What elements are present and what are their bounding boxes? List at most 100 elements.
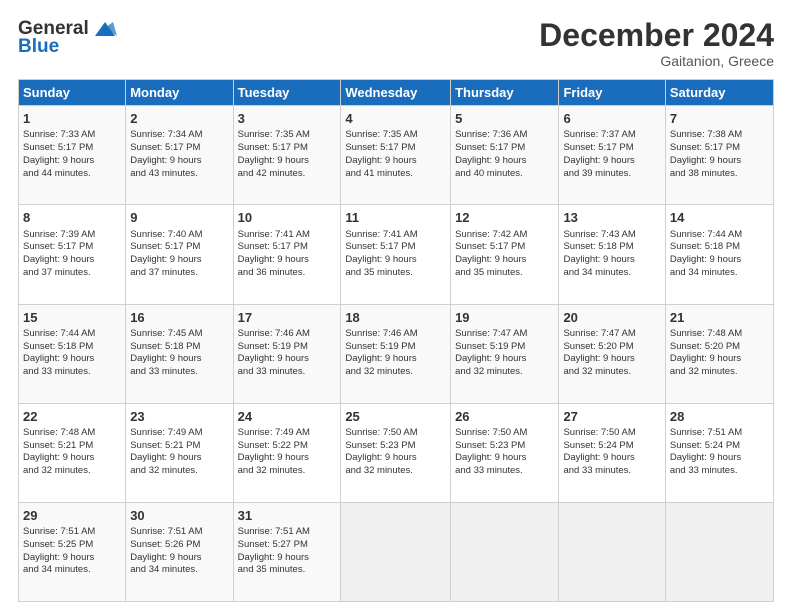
calendar-cell: 10 Sunrise: 7:41 AM Sunset: 5:17 PM Dayli… xyxy=(233,205,341,304)
day-info: Sunrise: 7:51 AM Sunset: 5:24 PM Dayligh… xyxy=(670,427,769,478)
day-number: 8 xyxy=(23,209,121,227)
day-number: 27 xyxy=(563,408,660,426)
day-info: Sunrise: 7:42 AM Sunset: 5:17 PM Dayligh… xyxy=(455,229,554,280)
logo-icon xyxy=(91,18,119,40)
calendar-week-row: 22Sunrise: 7:48 AM Sunset: 5:21 PM Dayli… xyxy=(19,403,774,502)
day-info: Sunrise: 7:51 AM Sunset: 5:27 PM Dayligh… xyxy=(238,526,337,577)
calendar-cell: 15Sunrise: 7:44 AM Sunset: 5:18 PM Dayli… xyxy=(19,304,126,403)
day-info: Sunrise: 7:37 AM Sunset: 5:17 PM Dayligh… xyxy=(563,129,660,180)
day-info: Sunrise: 7:41 AM Sunset: 5:17 PM Dayligh… xyxy=(345,229,446,280)
calendar-week-row: 29Sunrise: 7:51 AM Sunset: 5:25 PM Dayli… xyxy=(19,502,774,601)
calendar-cell: 17Sunrise: 7:46 AM Sunset: 5:19 PM Dayli… xyxy=(233,304,341,403)
calendar-cell: 20Sunrise: 7:47 AM Sunset: 5:20 PM Dayli… xyxy=(559,304,665,403)
day-number: 15 xyxy=(23,309,121,327)
day-info: Sunrise: 7:47 AM Sunset: 5:19 PM Dayligh… xyxy=(455,328,554,379)
day-info: Sunrise: 7:48 AM Sunset: 5:20 PM Dayligh… xyxy=(670,328,769,379)
header: General Blue December 2024 Gaitanion, Gr… xyxy=(18,18,774,69)
logo: General Blue xyxy=(18,18,119,58)
calendar-cell: 28Sunrise: 7:51 AM Sunset: 5:24 PM Dayli… xyxy=(665,403,773,502)
day-info: Sunrise: 7:46 AM Sunset: 5:19 PM Dayligh… xyxy=(345,328,446,379)
calendar-cell: 12 Sunrise: 7:42 AM Sunset: 5:17 PM Dayli… xyxy=(451,205,559,304)
calendar-cell: 23Sunrise: 7:49 AM Sunset: 5:21 PM Dayli… xyxy=(126,403,233,502)
day-info: Sunrise: 7:38 AM Sunset: 5:17 PM Dayligh… xyxy=(670,129,769,180)
day-info: Sunrise: 7:51 AM Sunset: 5:25 PM Dayligh… xyxy=(23,526,121,577)
day-number: 11 xyxy=(345,209,446,227)
day-number: 24 xyxy=(238,408,337,426)
day-info: Sunrise: 7:44 AM Sunset: 5:18 PM Dayligh… xyxy=(23,328,121,379)
day-number: 10 xyxy=(238,209,337,227)
calendar-cell: 3Sunrise: 7:35 AM Sunset: 5:17 PM Daylig… xyxy=(233,106,341,205)
day-info: Sunrise: 7:50 AM Sunset: 5:24 PM Dayligh… xyxy=(563,427,660,478)
calendar-cell xyxy=(451,502,559,601)
calendar-cell: 13 Sunrise: 7:43 AM Sunset: 5:18 PM Dayli… xyxy=(559,205,665,304)
day-of-week-header: Wednesday xyxy=(341,80,451,106)
day-info: Sunrise: 7:35 AM Sunset: 5:17 PM Dayligh… xyxy=(345,129,446,180)
day-of-week-header: Saturday xyxy=(665,80,773,106)
day-number: 25 xyxy=(345,408,446,426)
calendar-week-row: 1Sunrise: 7:33 AM Sunset: 5:17 PM Daylig… xyxy=(19,106,774,205)
day-number: 13 xyxy=(563,209,660,227)
day-number: 12 xyxy=(455,209,554,227)
day-number: 9 xyxy=(130,209,228,227)
calendar-cell: 11 Sunrise: 7:41 AM Sunset: 5:17 PM Dayli… xyxy=(341,205,451,304)
day-of-week-header: Monday xyxy=(126,80,233,106)
calendar-cell: 24Sunrise: 7:49 AM Sunset: 5:22 PM Dayli… xyxy=(233,403,341,502)
day-info: Sunrise: 7:45 AM Sunset: 5:18 PM Dayligh… xyxy=(130,328,228,379)
day-number: 1 xyxy=(23,110,121,128)
calendar-cell: 27Sunrise: 7:50 AM Sunset: 5:24 PM Dayli… xyxy=(559,403,665,502)
day-info: Sunrise: 7:41 AM Sunset: 5:17 PM Dayligh… xyxy=(238,229,337,280)
day-info: Sunrise: 7:50 AM Sunset: 5:23 PM Dayligh… xyxy=(455,427,554,478)
calendar-cell xyxy=(665,502,773,601)
day-number: 18 xyxy=(345,309,446,327)
day-number: 2 xyxy=(130,110,228,128)
location: Gaitanion, Greece xyxy=(539,53,774,69)
calendar-cell xyxy=(341,502,451,601)
day-number: 17 xyxy=(238,309,337,327)
day-of-week-header: Tuesday xyxy=(233,80,341,106)
day-number: 31 xyxy=(238,507,337,525)
day-number: 26 xyxy=(455,408,554,426)
calendar-cell: 1Sunrise: 7:33 AM Sunset: 5:17 PM Daylig… xyxy=(19,106,126,205)
month-title: December 2024 xyxy=(539,18,774,53)
calendar-cell: 31Sunrise: 7:51 AM Sunset: 5:27 PM Dayli… xyxy=(233,502,341,601)
day-number: 30 xyxy=(130,507,228,525)
day-info: Sunrise: 7:43 AM Sunset: 5:18 PM Dayligh… xyxy=(563,229,660,280)
day-info: Sunrise: 7:49 AM Sunset: 5:22 PM Dayligh… xyxy=(238,427,337,478)
day-info: Sunrise: 7:40 AM Sunset: 5:17 PM Dayligh… xyxy=(130,229,228,280)
calendar-cell: 4Sunrise: 7:35 AM Sunset: 5:17 PM Daylig… xyxy=(341,106,451,205)
calendar-cell: 19Sunrise: 7:47 AM Sunset: 5:19 PM Dayli… xyxy=(451,304,559,403)
calendar-table: SundayMondayTuesdayWednesdayThursdayFrid… xyxy=(18,79,774,602)
day-number: 3 xyxy=(238,110,337,128)
day-number: 5 xyxy=(455,110,554,128)
calendar-cell: 16Sunrise: 7:45 AM Sunset: 5:18 PM Dayli… xyxy=(126,304,233,403)
day-number: 6 xyxy=(563,110,660,128)
calendar-cell: 2Sunrise: 7:34 AM Sunset: 5:17 PM Daylig… xyxy=(126,106,233,205)
calendar-week-row: 8Sunrise: 7:39 AM Sunset: 5:17 PM Daylig… xyxy=(19,205,774,304)
title-block: December 2024 Gaitanion, Greece xyxy=(539,18,774,69)
day-number: 16 xyxy=(130,309,228,327)
calendar-cell: 6Sunrise: 7:37 AM Sunset: 5:17 PM Daylig… xyxy=(559,106,665,205)
day-number: 7 xyxy=(670,110,769,128)
calendar-cell xyxy=(559,502,665,601)
day-number: 20 xyxy=(563,309,660,327)
day-info: Sunrise: 7:51 AM Sunset: 5:26 PM Dayligh… xyxy=(130,526,228,577)
day-info: Sunrise: 7:35 AM Sunset: 5:17 PM Dayligh… xyxy=(238,129,337,180)
calendar-week-row: 15Sunrise: 7:44 AM Sunset: 5:18 PM Dayli… xyxy=(19,304,774,403)
calendar-cell: 14Sunrise: 7:44 AM Sunset: 5:18 PM Dayli… xyxy=(665,205,773,304)
day-number: 28 xyxy=(670,408,769,426)
calendar-cell: 5Sunrise: 7:36 AM Sunset: 5:17 PM Daylig… xyxy=(451,106,559,205)
day-number: 23 xyxy=(130,408,228,426)
header-row: SundayMondayTuesdayWednesdayThursdayFrid… xyxy=(19,80,774,106)
calendar-page: General Blue December 2024 Gaitanion, Gr… xyxy=(0,0,792,612)
day-of-week-header: Sunday xyxy=(19,80,126,106)
day-number: 22 xyxy=(23,408,121,426)
calendar-cell: 29Sunrise: 7:51 AM Sunset: 5:25 PM Dayli… xyxy=(19,502,126,601)
calendar-cell: 26Sunrise: 7:50 AM Sunset: 5:23 PM Dayli… xyxy=(451,403,559,502)
logo-blue-text: Blue xyxy=(18,36,59,58)
day-number: 19 xyxy=(455,309,554,327)
day-info: Sunrise: 7:33 AM Sunset: 5:17 PM Dayligh… xyxy=(23,129,121,180)
day-info: Sunrise: 7:46 AM Sunset: 5:19 PM Dayligh… xyxy=(238,328,337,379)
calendar-cell: 8Sunrise: 7:39 AM Sunset: 5:17 PM Daylig… xyxy=(19,205,126,304)
calendar-cell: 22Sunrise: 7:48 AM Sunset: 5:21 PM Dayli… xyxy=(19,403,126,502)
calendar-cell: 18Sunrise: 7:46 AM Sunset: 5:19 PM Dayli… xyxy=(341,304,451,403)
